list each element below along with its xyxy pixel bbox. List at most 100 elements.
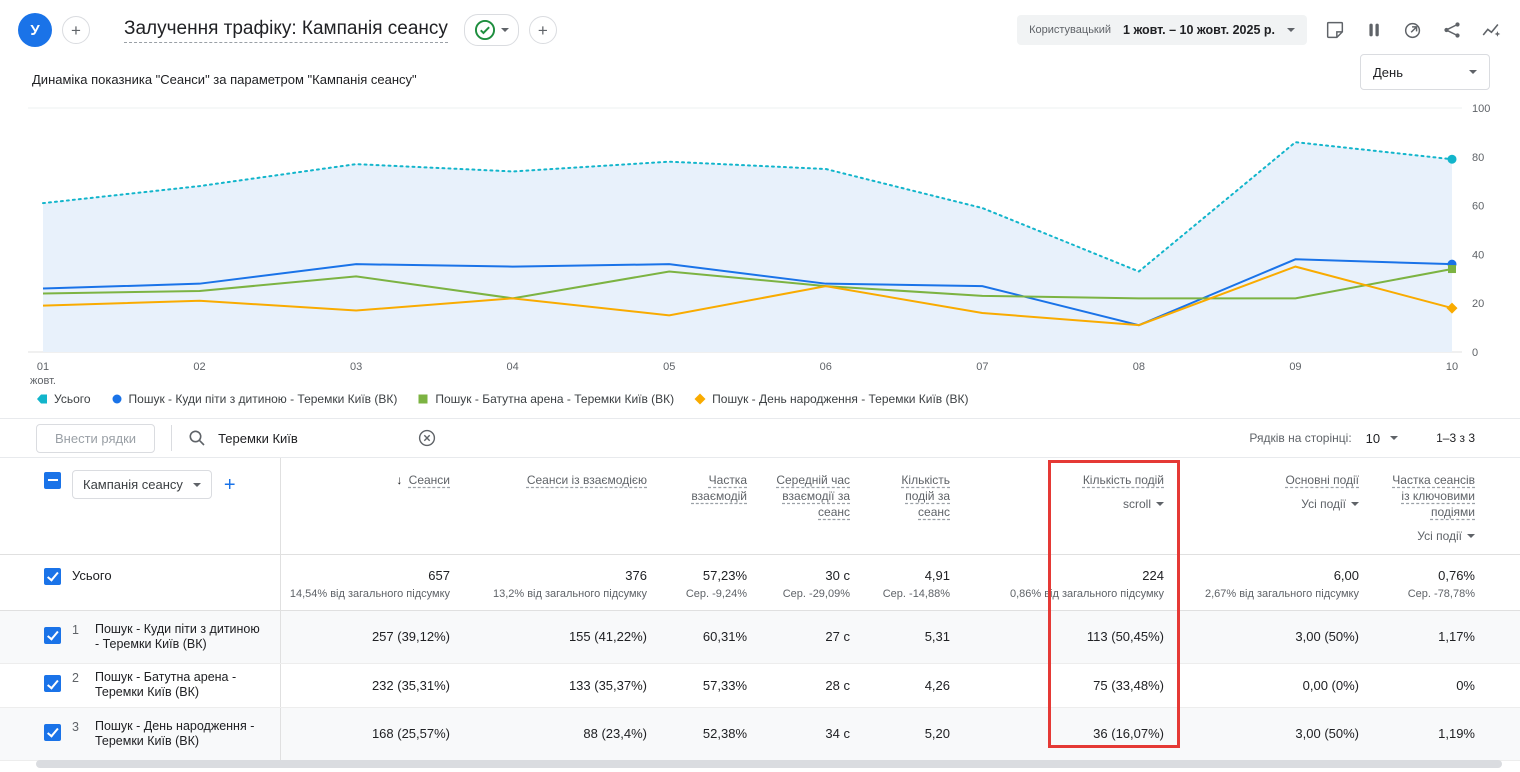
sort-descending-icon: ↓ <box>396 473 403 487</box>
table-row[interactable]: 2 Пошук - Батутна арена - Теремки Київ (… <box>0 663 1520 708</box>
key-events-filter-dropdown[interactable]: Усі події <box>1186 496 1359 512</box>
row-checkbox[interactable] <box>44 723 61 741</box>
legend-item: Усього <box>36 392 91 406</box>
cell-avg-time: 27 с <box>763 610 866 664</box>
row-checkbox[interactable] <box>44 675 61 692</box>
date-range-value: 1 жовт. – 10 жовт. 2025 р. <box>1123 23 1275 37</box>
event-count-filter-dropdown[interactable]: scroll <box>972 496 1164 512</box>
cell-key-event-rate: 0% <box>1375 663 1520 708</box>
column-header-sessions[interactable]: ↓ Сеанси <box>280 458 466 555</box>
row-checkbox[interactable] <box>44 567 61 585</box>
chart-section: Динаміка показника "Сеанси" за параметро… <box>0 54 1520 418</box>
chevron-down-icon <box>1469 70 1477 74</box>
chevron-down-icon <box>500 28 509 32</box>
legend-marker-tag-icon <box>37 394 47 404</box>
cell-events-per-session: 4,26 <box>866 663 966 708</box>
rows-per-page-select[interactable]: 10 <box>1366 431 1399 446</box>
column-header-dimension: Кампанія сеансу + <box>72 458 281 555</box>
cell-sessions: 232 (35,31%) <box>280 663 466 708</box>
cell-event-count: 75 (33,48%) <box>966 663 1180 708</box>
session-key-event-rate-filter-dropdown[interactable]: Усі події <box>1381 528 1475 544</box>
chart-title: Динаміка показника "Сеанси" за параметро… <box>32 72 417 87</box>
granularity-dropdown[interactable]: День <box>1360 54 1490 90</box>
search-input[interactable] <box>216 429 401 447</box>
column-header-event-count[interactable]: Кількість подій scroll <box>966 458 1180 555</box>
column-header-session-key-event-rate[interactable]: Частка сеансів із ключовими подіями Усі … <box>1375 458 1520 555</box>
svg-text:10: 10 <box>1446 361 1458 373</box>
account-avatar[interactable]: У <box>18 13 52 47</box>
cell-event-count-total: 224 0,86% від загального підсумку <box>966 554 1180 611</box>
cell-sessions: 168 (25,57%) <box>280 707 466 761</box>
svg-text:06: 06 <box>820 361 832 373</box>
dimension-selector[interactable]: Кампанія сеансу <box>72 470 212 499</box>
clear-search-icon[interactable] <box>418 429 436 447</box>
chevron-down-icon <box>1351 502 1359 506</box>
pagination-info: 1–3 з 3 <box>1436 431 1475 445</box>
svg-text:жовт.: жовт. <box>30 375 56 387</box>
check-circle-icon <box>474 19 495 41</box>
cell-key-event-rate: 1,19% <box>1375 707 1520 761</box>
granularity-value: День <box>1373 64 1403 80</box>
chevron-down-icon <box>192 482 201 487</box>
report-title[interactable]: Залучення трафіку: Кампанія сеансу <box>124 18 448 43</box>
column-header-key-events[interactable]: Основні події Усі події <box>1180 458 1375 555</box>
row-index: 2 <box>72 671 79 685</box>
column-header-engaged-sessions[interactable]: Сеанси із взаємодією <box>466 458 663 555</box>
cell-events-per-session: 5,20 <box>866 707 966 761</box>
comparison-icon[interactable] <box>1363 19 1385 41</box>
note-icon[interactable] <box>1324 19 1346 41</box>
cell-engagement-rate: 52,38% <box>663 707 763 761</box>
cell-key-events-total: 6,00 2,67% від загального підсумку <box>1180 554 1375 611</box>
sparkline-insights-icon[interactable] <box>1480 19 1502 41</box>
column-header-events-per-session[interactable]: Кількість подій за сеанс <box>866 458 966 555</box>
cell-engagement-rate-total: 57,23% Сер. -9,24% <box>663 554 763 611</box>
chevron-down-icon <box>1390 436 1399 440</box>
cell-key-events: 3,00 (50%) <box>1180 610 1375 664</box>
chart-legend: Усього Пошук - Куди піти з дитиною - Тере… <box>36 392 1520 406</box>
legend-label: Пошук - Куди піти з дитиною - Теремки Ки… <box>128 392 398 406</box>
edit-rows-button[interactable]: Внести рядки <box>36 423 156 453</box>
report-status-badge[interactable] <box>463 14 519 46</box>
cell-key-events: 0,00 (0%) <box>1180 663 1375 708</box>
legend-item: Пошук - Куди піти з дитиною - Теремки Ки… <box>111 392 398 406</box>
svg-text:08: 08 <box>1133 361 1145 373</box>
horizontal-scrollbar[interactable] <box>36 760 1502 768</box>
sessions-line-chart: 0 20 40 60 80 100 01 02 03 04 05 06 07 08 09 10 жовт. <box>28 103 1490 387</box>
legend-label: Пошук - День народження - Теремки Київ (… <box>712 392 969 406</box>
table-row[interactable]: 1 Пошук - Куди піти з дитиною - Теремки … <box>0 610 1520 664</box>
svg-text:09: 09 <box>1289 361 1301 373</box>
cell-event-count: 36 (16,07%) <box>966 707 1180 761</box>
cell-engagement-rate: 57,33% <box>663 663 763 708</box>
campaign-name: Пошук - День народження - Теремки Київ (… <box>94 718 255 748</box>
select-all-checkbox[interactable] <box>44 472 61 489</box>
share-icon[interactable] <box>1441 19 1463 41</box>
svg-text:02: 02 <box>193 361 205 373</box>
cell-engagement-rate: 60,31% <box>663 610 763 664</box>
cell-sessions: 257 (39,12%) <box>280 610 466 664</box>
column-header-avg-engagement-time[interactable]: Середній час взаємодії за сеанс <box>763 458 866 555</box>
add-button[interactable]: + <box>62 16 90 44</box>
legend-item: Пошук - Батутна арена - Теремки Київ (ВК… <box>417 392 674 406</box>
chevron-down-icon <box>1467 534 1475 538</box>
legend-label: Усього <box>54 392 91 406</box>
row-checkbox[interactable] <box>44 626 61 644</box>
insights-circle-icon[interactable] <box>1402 19 1424 41</box>
date-range-picker[interactable]: Користувацький 1 жовт. – 10 жовт. 2025 р… <box>1017 15 1307 45</box>
totals-row: Усього 657 14,54% від загального підсумку… <box>0 554 1520 611</box>
cell-event-count: 113 (50,45%) <box>966 610 1180 664</box>
svg-text:80: 80 <box>1472 152 1484 164</box>
svg-text:60: 60 <box>1472 201 1484 213</box>
cell-avg-time: 34 с <box>763 707 866 761</box>
column-header-engagement-rate[interactable]: Частка взаємодій <box>663 458 763 555</box>
add-dimension-button[interactable]: + <box>224 475 236 495</box>
svg-text:0: 0 <box>1472 347 1478 359</box>
row-index: 1 <box>72 622 79 637</box>
campaign-name: Пошук - Куди піти з дитиною - Теремки Ки… <box>94 621 260 651</box>
legend-item: Пошук - День народження - Теремки Київ (… <box>694 392 968 406</box>
svg-text:100: 100 <box>1472 103 1490 115</box>
add-report-button[interactable]: + <box>528 16 557 44</box>
table-row[interactable]: 3 Пошук - День народження - Теремки Київ… <box>0 707 1520 761</box>
date-range-type: Користувацький <box>1029 24 1112 36</box>
cell-engaged-sessions: 155 (41,22%) <box>466 610 663 664</box>
chevron-down-icon <box>1287 28 1295 32</box>
